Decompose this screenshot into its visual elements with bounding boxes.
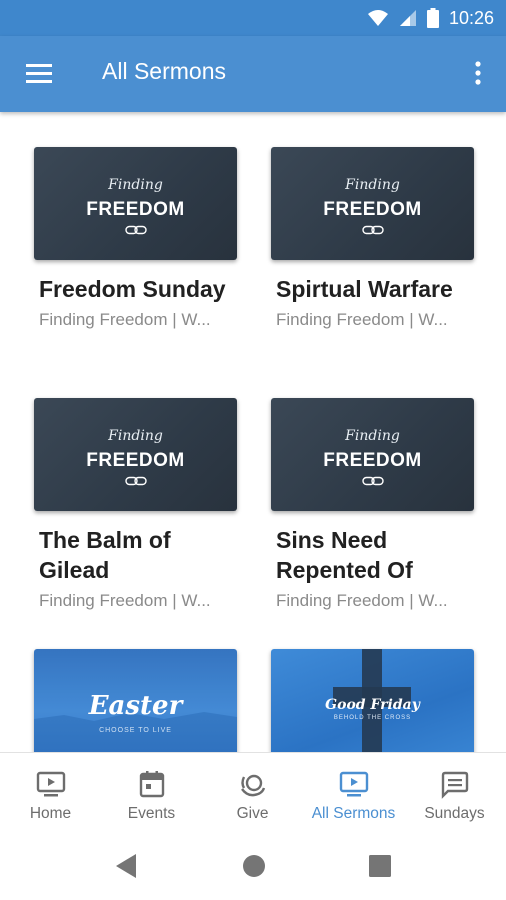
thumbnail-title-text: Good Friday <box>325 697 420 713</box>
nav-label-events: Events <box>127 805 176 822</box>
sermon-subtitle: Finding Freedom | W... <box>39 591 211 610</box>
nav-label-give: Give <box>236 805 269 822</box>
tv-play-icon <box>36 771 66 797</box>
home-circle-icon[interactable] <box>242 854 266 878</box>
recents-square-icon[interactable] <box>369 855 391 877</box>
sermon-card-sins-need-repented-of[interactable]: Finding FREEDOM Sins Need Repented Of Fi… <box>271 398 474 611</box>
cell-signal-icon <box>399 10 416 26</box>
thumbnail-title-text: FREEDOM <box>86 199 185 220</box>
sermon-thumbnail: Finding FREEDOM <box>271 147 474 260</box>
chain-icon <box>125 225 147 235</box>
wifi-icon <box>367 10 388 26</box>
page-title: All Sermons <box>102 58 226 84</box>
hamburger-menu-icon[interactable] <box>24 61 54 85</box>
thumbnail-script-text: Finding <box>108 177 163 193</box>
chain-icon <box>362 476 384 486</box>
sermon-title: Spirtual Warfare <box>276 276 453 302</box>
sermon-thumbnail: Easter CHOOSE TO LIVE <box>34 649 237 752</box>
nav-sundays[interactable]: Sundays <box>404 753 505 841</box>
thumbnail-title-text: FREEDOM <box>86 450 185 471</box>
sermon-card-good-friday[interactable]: Good Friday BEHOLD THE CROSS <box>271 649 474 752</box>
thumbnail-script-text: Finding <box>345 428 400 444</box>
status-bar: 10:26 <box>0 0 506 36</box>
sermon-subtitle: Finding Freedom | W... <box>276 310 448 329</box>
nav-events[interactable]: Events <box>101 753 202 841</box>
sermon-subtitle: Finding Freedom | W... <box>39 310 211 329</box>
thumbnail-title-text: FREEDOM <box>323 199 422 220</box>
sermon-subtitle: Finding Freedom | W... <box>276 591 448 610</box>
bottom-navigation: Home Events Give All Sermons Sundays <box>0 752 506 841</box>
thumbnail-subtitle-text: CHOOSE TO LIVE <box>99 727 172 734</box>
sermon-grid: Finding FREEDOM Freedom Sunday Finding F… <box>0 112 506 752</box>
give-icon <box>241 774 266 797</box>
thumbnail-title-text: Easter <box>88 691 183 721</box>
app-bar: All Sermons <box>0 36 506 112</box>
sermon-card-easter[interactable]: Easter CHOOSE TO LIVE <box>34 649 237 752</box>
sermon-title: Freedom Sunday <box>39 276 226 302</box>
sermon-thumbnail: Finding FREEDOM <box>271 398 474 511</box>
nav-all-sermons[interactable]: All Sermons <box>303 753 404 841</box>
nav-home[interactable]: Home <box>0 753 101 841</box>
sermon-thumbnail: Finding FREEDOM <box>34 147 237 260</box>
sermon-thumbnail: Finding FREEDOM <box>34 398 237 511</box>
tv-play-icon <box>339 771 369 797</box>
sermon-title: The Balm of Gilead <box>39 527 171 583</box>
sermon-thumbnail: Good Friday BEHOLD THE CROSS <box>271 649 474 752</box>
nav-label-all-sermons: All Sermons <box>311 805 396 822</box>
calendar-icon <box>139 771 165 798</box>
chain-icon <box>362 225 384 235</box>
nav-label-sundays: Sundays <box>424 805 485 822</box>
battery-icon <box>426 8 439 28</box>
thumbnail-title-text: FREEDOM <box>323 450 422 471</box>
sermon-card-freedom-sunday[interactable]: Finding FREEDOM Freedom Sunday Finding F… <box>34 147 237 330</box>
more-options-icon[interactable] <box>470 60 486 88</box>
chain-icon <box>125 476 147 486</box>
sermon-title: Sins Need Repented Of <box>276 527 413 583</box>
message-icon <box>441 771 469 799</box>
sermon-card-spirtual-warfare[interactable]: Finding FREEDOM Spirtual Warfare Finding… <box>271 147 474 330</box>
sermon-card-balm-of-gilead[interactable]: Finding FREEDOM The Balm of Gilead Findi… <box>34 398 237 611</box>
nav-give[interactable]: Give <box>202 753 303 841</box>
clock: 10:26 <box>448 7 494 28</box>
thumbnail-subtitle-text: BEHOLD THE CROSS <box>333 715 412 721</box>
back-icon[interactable] <box>114 853 138 879</box>
thumbnail-script-text: Finding <box>345 177 400 193</box>
thumbnail-script-text: Finding <box>108 428 163 444</box>
status-icons: 10:26 <box>367 0 494 36</box>
system-navigation-bar <box>0 840 506 900</box>
nav-label-home: Home <box>29 805 72 822</box>
